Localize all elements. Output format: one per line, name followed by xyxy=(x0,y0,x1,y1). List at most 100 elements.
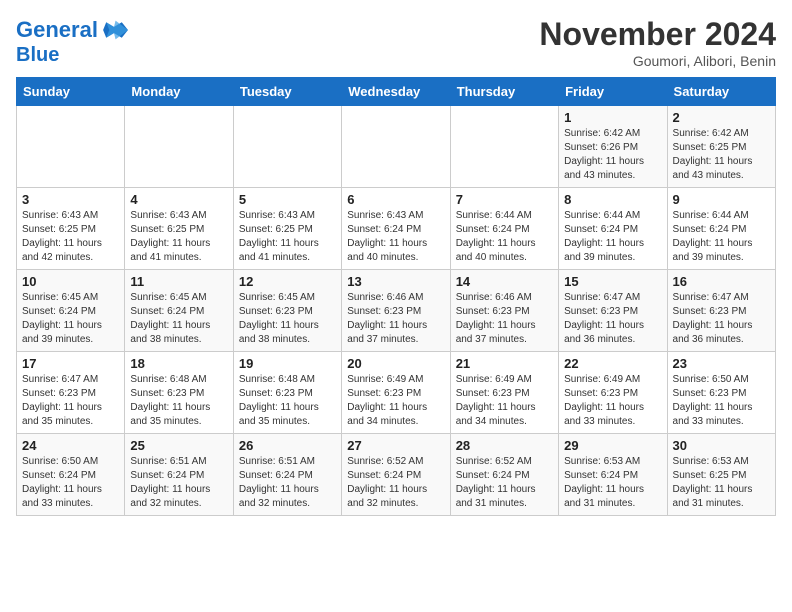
day-number: 16 xyxy=(673,274,770,289)
day-info: Sunrise: 6:52 AM Sunset: 6:24 PM Dayligh… xyxy=(456,455,553,511)
day-info: Sunrise: 6:42 AM Sunset: 6:26 PM Dayligh… xyxy=(564,127,661,183)
calendar-cell: 1 Sunrise: 6:42 AM Sunset: 6:26 PM Daylig… xyxy=(559,106,667,188)
day-number: 30 xyxy=(673,438,770,453)
calendar-cell: 22 Sunrise: 6:49 AM Sunset: 6:23 PM Dayli… xyxy=(559,352,667,434)
calendar-body: 1 Sunrise: 6:42 AM Sunset: 6:26 PM Daylig… xyxy=(17,106,776,516)
day-info: Sunrise: 6:47 AM Sunset: 6:23 PM Dayligh… xyxy=(564,291,661,347)
day-info: Sunrise: 6:44 AM Sunset: 6:24 PM Dayligh… xyxy=(456,209,553,265)
day-info: Sunrise: 6:49 AM Sunset: 6:23 PM Dayligh… xyxy=(347,373,444,429)
calendar-week-4: 17 Sunrise: 6:47 AM Sunset: 6:23 PM Dayli… xyxy=(17,352,776,434)
day-number: 23 xyxy=(673,356,770,371)
day-number: 26 xyxy=(239,438,336,453)
calendar-cell: 2 Sunrise: 6:42 AM Sunset: 6:25 PM Daylig… xyxy=(667,106,775,188)
calendar-week-2: 3 Sunrise: 6:43 AM Sunset: 6:25 PM Daylig… xyxy=(17,188,776,270)
day-info: Sunrise: 6:43 AM Sunset: 6:25 PM Dayligh… xyxy=(22,209,119,265)
day-number: 14 xyxy=(456,274,553,289)
day-number: 29 xyxy=(564,438,661,453)
day-info: Sunrise: 6:51 AM Sunset: 6:24 PM Dayligh… xyxy=(239,455,336,511)
day-number: 1 xyxy=(564,110,661,125)
day-number: 7 xyxy=(456,192,553,207)
calendar-week-1: 1 Sunrise: 6:42 AM Sunset: 6:26 PM Daylig… xyxy=(17,106,776,188)
day-info: Sunrise: 6:46 AM Sunset: 6:23 PM Dayligh… xyxy=(347,291,444,347)
day-number: 18 xyxy=(130,356,227,371)
logo-text: General xyxy=(16,18,98,42)
day-number: 20 xyxy=(347,356,444,371)
day-info: Sunrise: 6:44 AM Sunset: 6:24 PM Dayligh… xyxy=(673,209,770,265)
day-number: 6 xyxy=(347,192,444,207)
day-number: 8 xyxy=(564,192,661,207)
calendar-cell: 9 Sunrise: 6:44 AM Sunset: 6:24 PM Daylig… xyxy=(667,188,775,270)
day-info: Sunrise: 6:46 AM Sunset: 6:23 PM Dayligh… xyxy=(456,291,553,347)
day-info: Sunrise: 6:44 AM Sunset: 6:24 PM Dayligh… xyxy=(564,209,661,265)
day-number: 5 xyxy=(239,192,336,207)
day-info: Sunrise: 6:45 AM Sunset: 6:24 PM Dayligh… xyxy=(22,291,119,347)
day-number: 21 xyxy=(456,356,553,371)
day-number: 9 xyxy=(673,192,770,207)
calendar-cell: 17 Sunrise: 6:47 AM Sunset: 6:23 PM Dayli… xyxy=(17,352,125,434)
weekday-header-friday: Friday xyxy=(559,78,667,106)
calendar-cell: 21 Sunrise: 6:49 AM Sunset: 6:23 PM Dayli… xyxy=(450,352,558,434)
calendar-cell: 6Sunrise: 6:43 AM Sunset: 6:24 PM Daylig… xyxy=(342,188,450,270)
day-number: 19 xyxy=(239,356,336,371)
calendar-cell: 5Sunrise: 6:43 AM Sunset: 6:25 PM Daylig… xyxy=(233,188,341,270)
calendar-cell xyxy=(17,106,125,188)
day-number: 10 xyxy=(22,274,119,289)
calendar-cell: 10 Sunrise: 6:45 AM Sunset: 6:24 PM Dayli… xyxy=(17,270,125,352)
calendar-cell xyxy=(233,106,341,188)
logo: General Blue xyxy=(16,16,128,66)
location: Goumori, Alibori, Benin xyxy=(539,53,776,69)
calendar-cell: 26 Sunrise: 6:51 AM Sunset: 6:24 PM Dayli… xyxy=(233,434,341,516)
day-number: 24 xyxy=(22,438,119,453)
day-number: 12 xyxy=(239,274,336,289)
weekday-header-saturday: Saturday xyxy=(667,78,775,106)
day-number: 11 xyxy=(130,274,227,289)
day-number: 13 xyxy=(347,274,444,289)
day-info: Sunrise: 6:49 AM Sunset: 6:23 PM Dayligh… xyxy=(564,373,661,429)
calendar-cell: 24Sunrise: 6:50 AM Sunset: 6:24 PM Dayli… xyxy=(17,434,125,516)
day-number: 17 xyxy=(22,356,119,371)
calendar-cell: 27Sunrise: 6:52 AM Sunset: 6:24 PM Dayli… xyxy=(342,434,450,516)
calendar-cell: 4 Sunrise: 6:43 AM Sunset: 6:25 PM Daylig… xyxy=(125,188,233,270)
calendar-cell: 30 Sunrise: 6:53 AM Sunset: 6:25 PM Dayli… xyxy=(667,434,775,516)
day-info: Sunrise: 6:53 AM Sunset: 6:24 PM Dayligh… xyxy=(564,455,661,511)
calendar-week-3: 10 Sunrise: 6:45 AM Sunset: 6:24 PM Dayli… xyxy=(17,270,776,352)
logo-icon xyxy=(100,16,128,44)
day-info: Sunrise: 6:53 AM Sunset: 6:25 PM Dayligh… xyxy=(673,455,770,511)
day-info: Sunrise: 6:45 AM Sunset: 6:24 PM Dayligh… xyxy=(130,291,227,347)
calendar-cell: 19 Sunrise: 6:48 AM Sunset: 6:23 PM Dayli… xyxy=(233,352,341,434)
calendar-cell: 20 Sunrise: 6:49 AM Sunset: 6:23 PM Dayli… xyxy=(342,352,450,434)
calendar-week-5: 24Sunrise: 6:50 AM Sunset: 6:24 PM Dayli… xyxy=(17,434,776,516)
day-info: Sunrise: 6:50 AM Sunset: 6:23 PM Dayligh… xyxy=(673,373,770,429)
calendar-cell: 16Sunrise: 6:47 AM Sunset: 6:23 PM Dayli… xyxy=(667,270,775,352)
calendar-cell: 8 Sunrise: 6:44 AM Sunset: 6:24 PM Daylig… xyxy=(559,188,667,270)
day-info: Sunrise: 6:49 AM Sunset: 6:23 PM Dayligh… xyxy=(456,373,553,429)
calendar-cell: 18 Sunrise: 6:48 AM Sunset: 6:23 PM Dayli… xyxy=(125,352,233,434)
day-info: Sunrise: 6:42 AM Sunset: 6:25 PM Dayligh… xyxy=(673,127,770,183)
weekday-header-monday: Monday xyxy=(125,78,233,106)
day-number: 3 xyxy=(22,192,119,207)
calendar-cell: 29 Sunrise: 6:53 AM Sunset: 6:24 PM Dayli… xyxy=(559,434,667,516)
day-info: Sunrise: 6:48 AM Sunset: 6:23 PM Dayligh… xyxy=(239,373,336,429)
day-info: Sunrise: 6:47 AM Sunset: 6:23 PM Dayligh… xyxy=(22,373,119,429)
day-number: 15 xyxy=(564,274,661,289)
day-info: Sunrise: 6:43 AM Sunset: 6:25 PM Dayligh… xyxy=(130,209,227,265)
calendar-cell: 11 Sunrise: 6:45 AM Sunset: 6:24 PM Dayli… xyxy=(125,270,233,352)
calendar-cell: 13 Sunrise: 6:46 AM Sunset: 6:23 PM Dayli… xyxy=(342,270,450,352)
weekday-header-tuesday: Tuesday xyxy=(233,78,341,106)
page-header: General Blue November 2024 Goumori, Alib… xyxy=(16,16,776,69)
logo-blue-text: Blue xyxy=(16,44,128,66)
weekday-header-row: SundayMondayTuesdayWednesdayThursdayFrid… xyxy=(17,78,776,106)
day-info: Sunrise: 6:45 AM Sunset: 6:23 PM Dayligh… xyxy=(239,291,336,347)
day-number: 25 xyxy=(130,438,227,453)
day-number: 4 xyxy=(130,192,227,207)
calendar-cell xyxy=(125,106,233,188)
day-number: 27 xyxy=(347,438,444,453)
calendar-cell: 23 Sunrise: 6:50 AM Sunset: 6:23 PM Dayli… xyxy=(667,352,775,434)
calendar-cell: 3 Sunrise: 6:43 AM Sunset: 6:25 PM Daylig… xyxy=(17,188,125,270)
day-number: 2 xyxy=(673,110,770,125)
weekday-header-wednesday: Wednesday xyxy=(342,78,450,106)
day-info: Sunrise: 6:48 AM Sunset: 6:23 PM Dayligh… xyxy=(130,373,227,429)
day-info: Sunrise: 6:51 AM Sunset: 6:24 PM Dayligh… xyxy=(130,455,227,511)
day-number: 22 xyxy=(564,356,661,371)
calendar-table: SundayMondayTuesdayWednesdayThursdayFrid… xyxy=(16,77,776,516)
